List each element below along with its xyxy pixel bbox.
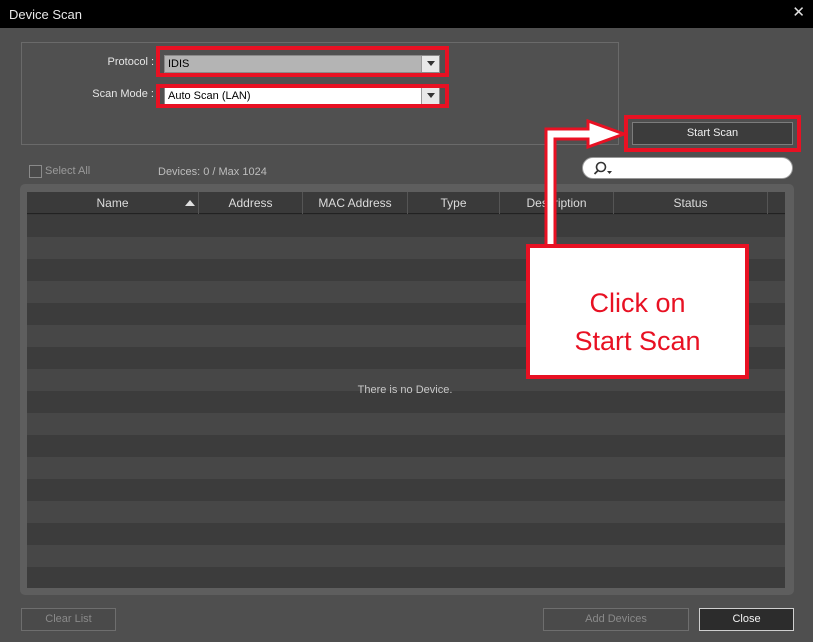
scan-mode-value: Auto Scan (LAN) <box>168 90 251 102</box>
protocol-label: Protocol : <box>107 56 154 68</box>
table-row <box>27 413 785 435</box>
close-button[interactable]: Close <box>699 608 794 631</box>
scan-mode-select[interactable]: Auto Scan (LAN) <box>164 87 440 105</box>
table-row <box>27 501 785 523</box>
column-header-type[interactable]: Type <box>408 192 500 214</box>
protocol-value: IDIS <box>168 58 190 70</box>
search-icon <box>593 161 612 175</box>
device-count: Devices: 0 / Max 1024 <box>158 166 267 178</box>
callout-text: Click on Start Scan <box>574 288 701 356</box>
table-row <box>27 479 785 501</box>
scan-mode-label: Scan Mode : <box>92 88 154 100</box>
sort-ascending-icon <box>185 200 195 206</box>
column-header-name[interactable]: Name <box>27 192 199 214</box>
table-row <box>27 457 785 479</box>
title-bar: Device Scan ✕ <box>0 0 813 28</box>
column-header-description[interactable]: Description <box>500 192 614 214</box>
instruction-callout: Click on Start Scan <box>526 244 749 379</box>
column-header-address[interactable]: Address <box>199 192 303 214</box>
protocol-select[interactable]: IDIS <box>164 55 440 73</box>
clear-list-button[interactable]: Clear List <box>21 608 116 631</box>
table-row <box>27 523 785 545</box>
checkbox-icon[interactable] <box>29 165 42 178</box>
window-title: Device Scan <box>9 7 82 22</box>
column-header-mac-address[interactable]: MAC Address <box>303 192 408 214</box>
search-input[interactable] <box>582 157 793 179</box>
scan-settings-group: Protocol : IDIS Scan Mode : Auto Scan (L… <box>21 42 619 145</box>
add-devices-button[interactable]: Add Devices <box>543 608 689 631</box>
empty-table-message: There is no Device. <box>357 384 453 396</box>
table-header: Name Address MAC Address Type Descriptio… <box>27 192 785 214</box>
table-row <box>27 215 785 237</box>
start-scan-button[interactable]: Start Scan <box>632 122 793 145</box>
select-all-label: Select All <box>45 165 91 177</box>
chevron-down-icon[interactable] <box>421 56 439 72</box>
table-row <box>27 567 785 588</box>
column-header-status[interactable]: Status <box>614 192 768 214</box>
close-icon[interactable]: ✕ <box>792 5 805 21</box>
table-row <box>27 435 785 457</box>
chevron-down-icon[interactable] <box>421 88 439 104</box>
table-row <box>27 545 785 567</box>
